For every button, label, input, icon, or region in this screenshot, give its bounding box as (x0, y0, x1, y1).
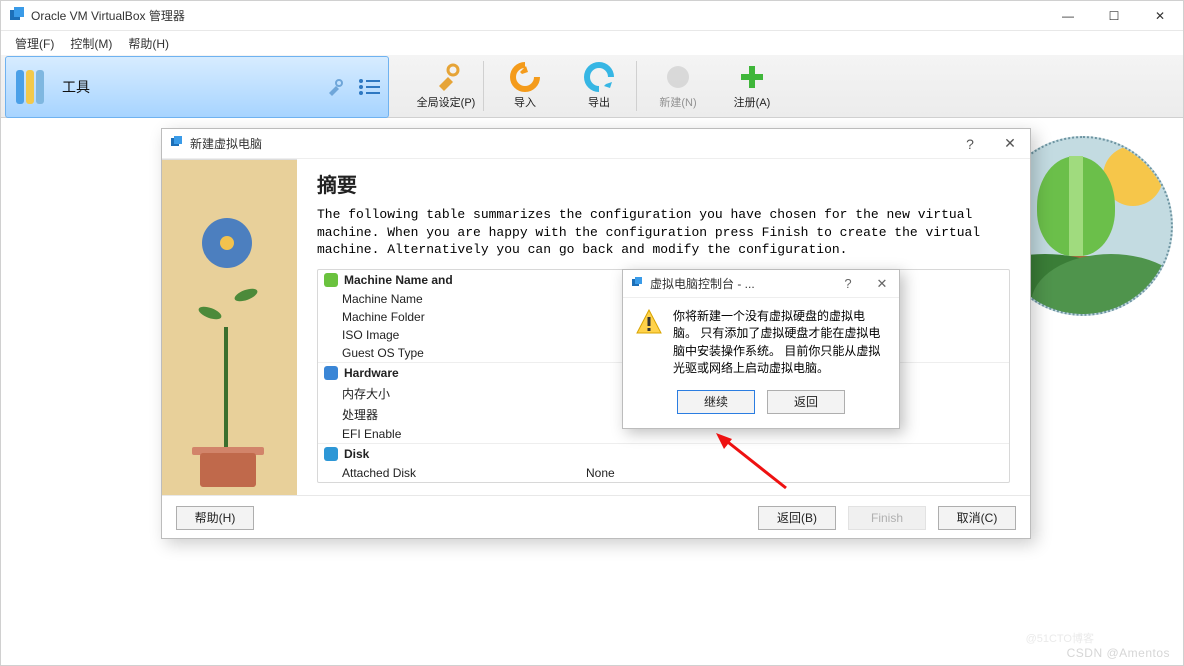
messagebox-help-icon[interactable]: ? (831, 270, 865, 298)
menu-file[interactable]: 管理(F) (9, 33, 60, 54)
close-button[interactable]: ✕ (1137, 1, 1183, 31)
star-icon (324, 273, 338, 287)
tools-icon (16, 70, 44, 104)
toolbar-new-label: 新建(N) (659, 94, 696, 110)
wizard-cancel-button[interactable]: 取消(C) (938, 506, 1016, 530)
watermark: CSDN @Amentos (1067, 646, 1170, 660)
toolbar-export-label: 导出 (588, 94, 610, 110)
wizard-footer: 帮助(H) 返回(B) Finish 取消(C) (162, 495, 1030, 539)
toolbar-separator2 (636, 61, 637, 111)
disk-icon (324, 447, 338, 461)
new-starburst-icon (663, 62, 693, 92)
toolbar-add-label: 注册(A) (734, 94, 771, 110)
chip-icon (324, 366, 338, 380)
wizard-heading: 摘要 (317, 169, 1010, 198)
wizard-sys-buttons: ? ✕ (950, 129, 1030, 159)
window-title: Oracle VM VirtualBox 管理器 (31, 7, 185, 24)
menu-control[interactable]: 控制(M) (64, 33, 118, 54)
import-icon (510, 62, 540, 92)
toolbar-prefs-label: 全局设定(P) (417, 94, 476, 110)
messagebox-text: 你将新建一个没有虚拟硬盘的虚拟电脑。 只有添加了虚拟硬盘才能在虚拟电脑中安装操作… (673, 308, 887, 378)
wizard-help-button[interactable]: 帮助(H) (176, 506, 254, 530)
toolbar-prefs[interactable]: 全局设定(P) (411, 55, 481, 117)
wizard-help-icon[interactable]: ? (950, 129, 990, 159)
toolbar-export[interactable]: 导出 (564, 55, 634, 117)
toolbar-separator (483, 61, 484, 111)
messagebox-footer: 继续 返回 (623, 380, 899, 428)
messagebox-close-icon[interactable]: ✕ (865, 270, 899, 298)
maximize-button[interactable]: ☐ (1091, 1, 1137, 31)
wizard-back-button[interactable]: 返回(B) (758, 506, 836, 530)
app-icon (9, 6, 25, 25)
wizard-icon (170, 135, 184, 152)
wrench-icon (326, 78, 344, 96)
tools-label: 工具 (62, 77, 90, 97)
main-window: Oracle VM VirtualBox 管理器 — ☐ ✕ 管理(F) 控制(… (0, 0, 1184, 666)
messagebox-back-button[interactable]: 返回 (767, 390, 845, 414)
plus-green-icon (737, 62, 767, 92)
toolbar: 工具 全局设定(P) 导入 导出 新建(N) 注册(A) (1, 55, 1183, 118)
messagebox-icon (631, 276, 644, 292)
warning-messagebox: 虚拟电脑控制台 - ... ? ✕ 你将新建一个没有虚拟硬盘的虚拟电脑。 只有添… (622, 269, 900, 429)
workarea: 新建虚拟电脑 ? ✕ 摘要 The following table summar… (1, 118, 1183, 662)
wizard-titlebar: 新建虚拟电脑 ? ✕ (162, 129, 1030, 159)
messagebox-titlebar: 虚拟电脑控制台 - ... ? ✕ (623, 270, 899, 298)
minimize-button[interactable]: — (1045, 1, 1091, 31)
warning-triangle-icon (635, 308, 663, 336)
messagebox-title: 虚拟电脑控制台 - ... (650, 275, 755, 292)
summary-section-machine-label: Machine Name and (344, 273, 453, 287)
menu-help[interactable]: 帮助(H) (122, 33, 175, 54)
toolbar-import[interactable]: 导入 (490, 55, 560, 117)
summary-row-attached-disk: Attached DiskNone (318, 464, 1009, 482)
wrench-gold-icon (431, 62, 461, 92)
wizard-illustration (162, 159, 297, 495)
list-icon[interactable] (358, 78, 380, 96)
menubar: 管理(F) 控制(M) 帮助(H) (1, 31, 1183, 55)
wizard-finish-button: Finish (848, 506, 926, 530)
summary-section-hardware-label: Hardware (344, 366, 399, 380)
tools-extra-icons (326, 78, 380, 96)
window-sys-buttons: — ☐ ✕ (1045, 1, 1183, 31)
wizard-close-icon[interactable]: ✕ (990, 129, 1030, 159)
tools-tab[interactable]: 工具 (5, 56, 389, 118)
toolbar-add[interactable]: 注册(A) (717, 55, 787, 117)
messagebox-continue-button[interactable]: 继续 (677, 390, 755, 414)
wizard-title: 新建虚拟电脑 (190, 135, 262, 152)
toolbar-new: 新建(N) (643, 55, 713, 117)
watermark-secondary: @51CTO博客 (1026, 630, 1094, 646)
summary-section-disk-label: Disk (344, 447, 369, 461)
toolbar-import-label: 导入 (514, 94, 536, 110)
new-vm-wizard: 新建虚拟电脑 ? ✕ 摘要 The following table summar… (161, 128, 1031, 539)
wizard-description: The following table summarizes the confi… (317, 206, 1010, 259)
messagebox-sys-buttons: ? ✕ (831, 270, 899, 298)
messagebox-body: 你将新建一个没有虚拟硬盘的虚拟电脑。 只有添加了虚拟硬盘才能在虚拟电脑中安装操作… (623, 298, 899, 380)
summary-section-disk: Disk (318, 443, 1009, 464)
titlebar: Oracle VM VirtualBox 管理器 — ☐ ✕ (1, 1, 1183, 31)
export-icon (584, 62, 614, 92)
